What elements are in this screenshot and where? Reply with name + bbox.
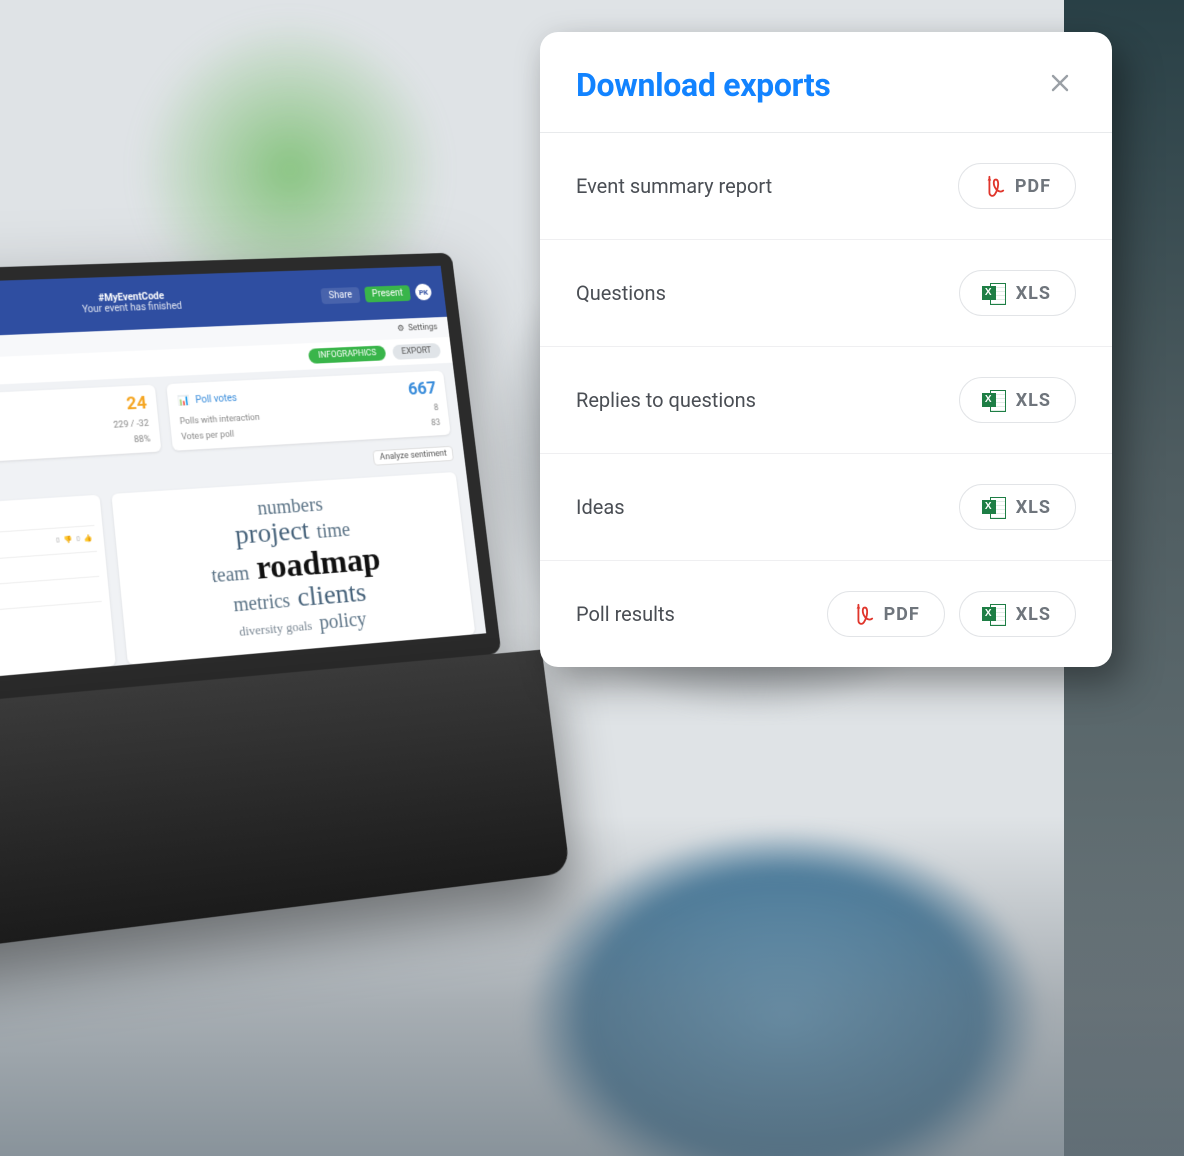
export-row-ideas: Ideas XLS (540, 454, 1112, 561)
wordcloud-metrics: metrics (229, 590, 295, 617)
close-icon (1048, 71, 1072, 95)
pdf-download-button[interactable]: PDF (827, 591, 945, 637)
wordcloud-time: time (312, 519, 355, 543)
export-row-event-summary-report: Event summary report PDF (540, 133, 1112, 240)
button-label: XLS (1016, 390, 1051, 411)
modal-title: Download exports (576, 66, 831, 104)
bar-chart-icon (177, 396, 190, 407)
settings-button[interactable]: Settings (397, 323, 438, 334)
q-row0-value: 229 / -32 (113, 419, 149, 431)
xls-icon (984, 495, 1006, 519)
pdf-download-button[interactable]: PDF (958, 163, 1076, 209)
close-button[interactable] (1044, 67, 1076, 103)
wordcloud-diversity-goals: diversity goals (235, 619, 317, 640)
laptop: #MyEventCode Your event has finished Sha… (0, 251, 570, 959)
share-button[interactable]: Share (321, 287, 361, 304)
question-vote-hint-2: 0 👎 0 👍 (56, 534, 95, 546)
xls-download-button[interactable]: XLS (959, 377, 1076, 423)
button-label: XLS (1016, 497, 1051, 518)
button-label: XLS (1016, 283, 1051, 304)
header-actions: Share Present PK (321, 284, 433, 305)
xls-icon (984, 602, 1006, 626)
card-questions: Questions 24 Likes / dislikes229 / -32 A… (0, 385, 161, 469)
laptop-screen-bezel: #MyEventCode Your event has finished Sha… (0, 253, 501, 713)
download-exports-modal: Download exports Event summary report PDF… (540, 32, 1112, 667)
card-questions-count: 24 (126, 393, 148, 414)
export-row-label: Ideas (576, 495, 945, 519)
modal-header: Download exports (540, 32, 1112, 133)
dashboard-app: #MyEventCode Your event has finished Sha… (0, 266, 486, 688)
tab-export[interactable]: EXPORT (392, 343, 442, 360)
event-title: #MyEventCode Your event has finished (0, 286, 323, 322)
card-poll-count: 667 (407, 378, 437, 399)
card-poll-title: Poll votes (195, 393, 238, 406)
button-label: PDF (1015, 176, 1051, 197)
tab-infographics[interactable]: INFOGRAPHICS (308, 345, 386, 363)
xls-download-button[interactable]: XLS (959, 270, 1076, 316)
button-label: PDF (884, 604, 920, 625)
wordcloud-policy: policy (314, 608, 371, 634)
word-cloud: numbersprojecttimeteamroadmapmetricsclie… (111, 472, 475, 665)
export-rows: Event summary reportPDFQuestionsXLSRepli… (540, 133, 1112, 667)
avatar[interactable]: PK (414, 284, 432, 301)
p-row1-value: 83 (431, 418, 441, 428)
p-row0-value: 8 (433, 403, 439, 413)
pdf-icon (852, 602, 874, 626)
xls-icon (984, 281, 1006, 305)
analyze-sentiment-button[interactable]: Analyze sentiment (373, 446, 454, 466)
export-row-label: Poll results (576, 602, 813, 626)
export-row-questions: Questions XLS (540, 240, 1112, 347)
q-row1-value: 88% (134, 435, 151, 446)
question-list: 0 👎 0 👍 seriously understaffed.0 👎 0 👍 0… (0, 495, 116, 687)
export-row-label: Replies to questions (576, 388, 945, 412)
xls-icon (984, 388, 1006, 412)
export-row-poll-results: Poll results PDF XLS (540, 561, 1112, 667)
button-label: XLS (1016, 604, 1051, 625)
wordcloud-team: team (207, 562, 255, 587)
export-row-replies-to-questions: Replies to questions XLS (540, 347, 1112, 454)
card-poll-votes: Poll votes 667 Polls with interaction8 V… (166, 371, 451, 451)
pdf-icon (983, 174, 1005, 198)
xls-download-button[interactable]: XLS (959, 591, 1076, 637)
p-row1-label: Votes per poll (181, 430, 235, 443)
present-button[interactable]: Present (364, 285, 411, 302)
event-subtext: Your event has finished (82, 301, 183, 315)
xls-download-button[interactable]: XLS (959, 484, 1076, 530)
export-row-label: Questions (576, 281, 945, 305)
export-row-label: Event summary report (576, 174, 944, 198)
